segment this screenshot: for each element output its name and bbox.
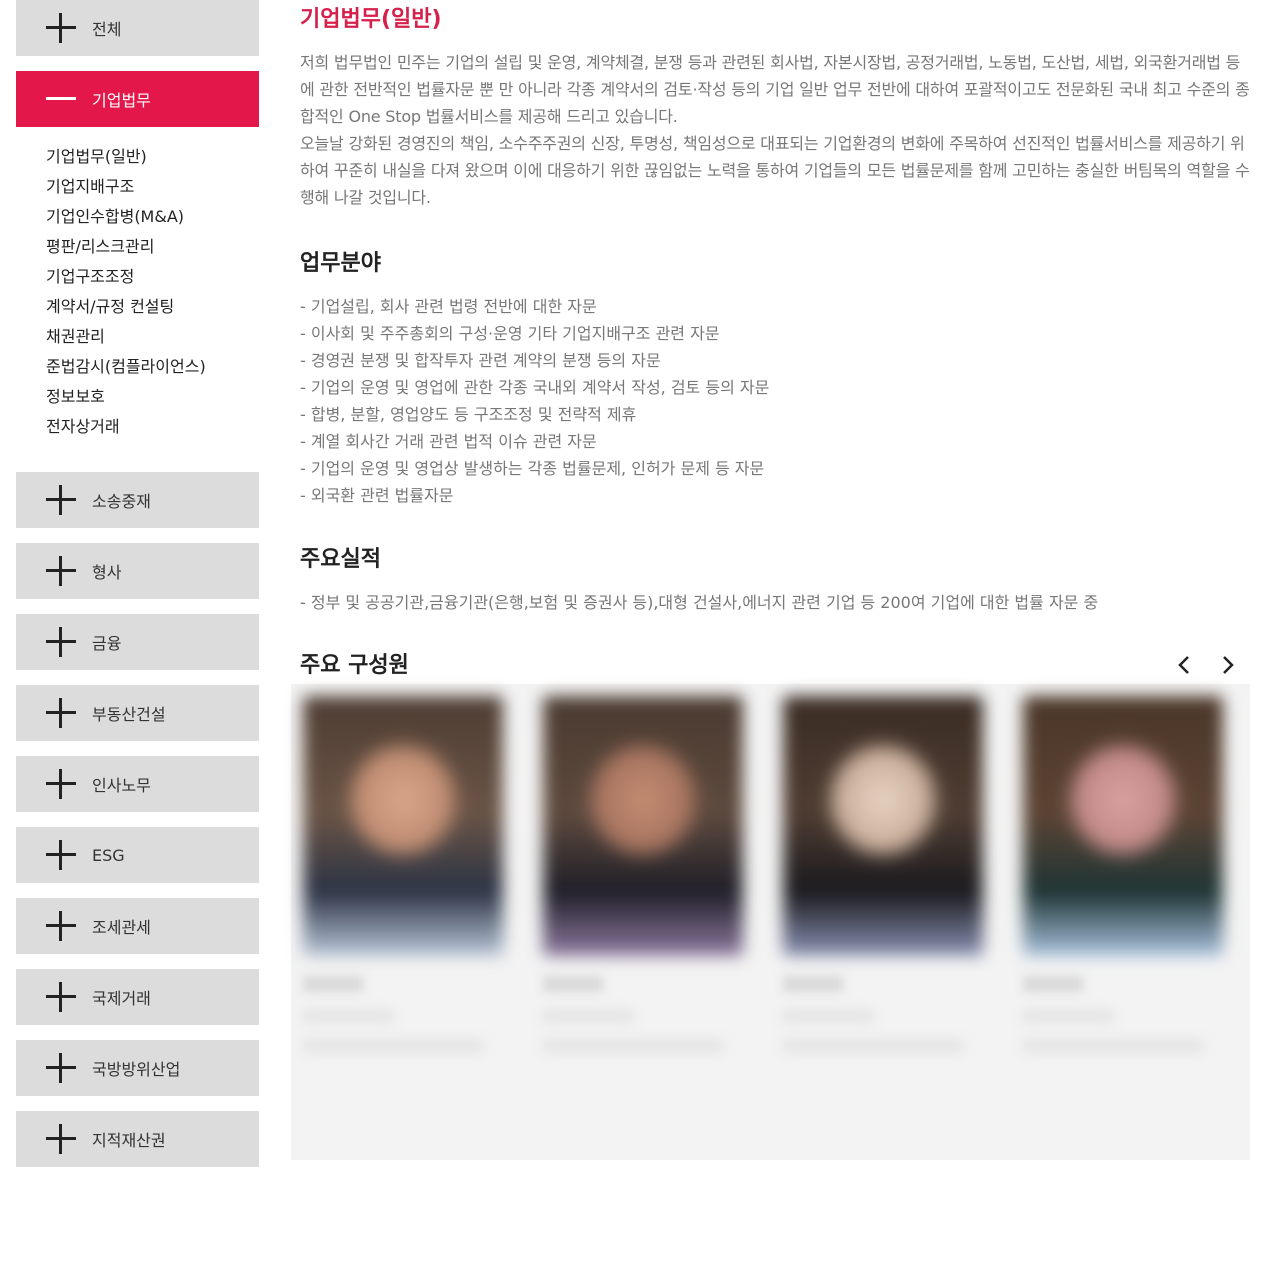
plus-icon [46, 911, 76, 941]
category-real-estate[interactable]: 부동산건설 [16, 685, 259, 741]
submenu-item[interactable]: 계약서/규정 컨설팅 [46, 292, 259, 322]
category-finance[interactable]: 금융 [16, 614, 259, 670]
category-litigation[interactable]: 소송중재 [16, 472, 259, 528]
submenu-item[interactable]: 기업법무(일반) [46, 142, 259, 172]
submenu-item[interactable]: 정보보호 [46, 382, 259, 412]
category-label: 기업법무 [92, 91, 151, 110]
member-name-blurred [1023, 976, 1083, 992]
plus-icon [46, 698, 76, 728]
member-info-blurred [1023, 1040, 1203, 1052]
member-info-blurred [543, 1010, 633, 1022]
list-item: - 기업설립, 회사 관련 법령 전반에 대한 자문 [300, 297, 597, 316]
member-card[interactable] [543, 696, 743, 1136]
category-label: 소송중재 [92, 492, 151, 511]
member-card[interactable] [783, 696, 983, 1136]
list-item: - 기업의 운영 및 영업상 발생하는 각종 법률문제, 인허가 문제 등 자문 [300, 459, 765, 478]
member-info-blurred [543, 1040, 723, 1052]
submenu-item[interactable]: 준법감시(컴플라이언스) [46, 352, 259, 382]
category-criminal[interactable]: 형사 [16, 543, 259, 599]
submenu-item[interactable]: 기업구조조정 [46, 262, 259, 292]
category-all[interactable]: 전체 [16, 0, 259, 56]
member-name-blurred [783, 976, 843, 992]
category-label: 국제거래 [92, 989, 151, 1008]
plus-icon [46, 485, 76, 515]
category-label: 인사노무 [92, 776, 151, 795]
intro-paragraph: 오늘날 강화된 경영진의 책임, 소수주주권의 신장, 투명성, 책임성으로 대… [300, 134, 1250, 207]
minus-icon [46, 84, 76, 114]
category-label: 부동산건설 [92, 705, 166, 724]
submenu: 기업법무(일반) 기업지배구조 기업인수합병(M&A) 평판/리스크관리 기업구… [16, 124, 259, 472]
list-item: - 이사회 및 주주총회의 구성·운영 기타 기업지배구조 관련 자문 [300, 324, 720, 343]
list-item: - 합병, 분할, 영업양도 등 구조조정 및 전략적 제휴 [300, 405, 637, 424]
records-list: - 정부 및 공공기관,금융기관(은행,보험 및 증권사 등),대형 건설사,에… [300, 589, 1250, 616]
plus-icon [46, 1053, 76, 1083]
main-content: 기업법무(일반) 저희 법무법인 민주는 기업의 설립 및 운영, 계약체결, … [300, 0, 1250, 686]
areas-title: 업무분야 [300, 251, 381, 276]
category-international[interactable]: 국제거래 [16, 969, 259, 1025]
carousel-controls [1174, 654, 1238, 676]
plus-icon [46, 1124, 76, 1154]
category-label: 금융 [92, 634, 122, 653]
member-photo [543, 696, 743, 956]
plus-icon [46, 982, 76, 1012]
list-item: - 기업의 운영 및 영업에 관한 각종 국내외 계약서 작성, 검토 등의 자… [300, 378, 770, 397]
intro-text: 저희 법무법인 민주는 기업의 설립 및 운영, 계약체결, 분쟁 등과 관련된… [300, 49, 1250, 211]
submenu-item[interactable]: 기업인수합병(M&A) [46, 202, 259, 232]
list-item: - 계열 회사간 거래 관련 법적 이슈 관련 자문 [300, 432, 597, 451]
records-title: 주요실적 [300, 547, 381, 572]
category-defense[interactable]: 국방방위산업 [16, 1040, 259, 1096]
list-item: - 외국환 관련 법률자문 [300, 486, 454, 505]
members-title: 주요 구성원 [300, 653, 409, 678]
plus-icon [46, 769, 76, 799]
plus-icon [46, 13, 76, 43]
submenu-item[interactable]: 평판/리스크관리 [46, 232, 259, 262]
category-label: 전체 [92, 20, 122, 39]
member-info-blurred [303, 1040, 483, 1052]
member-photo [303, 696, 503, 956]
list-item: - 경영권 분쟁 및 합작투자 관련 계약의 분쟁 등의 자문 [300, 351, 661, 370]
chevron-right-icon[interactable] [1216, 654, 1238, 676]
category-tax[interactable]: 조세관세 [16, 898, 259, 954]
category-ip[interactable]: 지적재산권 [16, 1111, 259, 1167]
plus-icon [46, 840, 76, 870]
members-carousel [291, 684, 1250, 1160]
category-label: 조세관세 [92, 918, 151, 937]
member-name-blurred [543, 976, 603, 992]
member-photo [783, 696, 983, 956]
category-labor[interactable]: 인사노무 [16, 756, 259, 812]
member-info-blurred [1023, 1010, 1113, 1022]
category-label: 국방방위산업 [92, 1060, 181, 1079]
category-label: 지적재산권 [92, 1131, 166, 1150]
chevron-left-icon[interactable] [1174, 654, 1196, 676]
areas-list: - 기업설립, 회사 관련 법령 전반에 대한 자문 - 이사회 및 주주총회의… [300, 293, 1250, 509]
member-info-blurred [783, 1040, 963, 1052]
member-info-blurred [783, 1010, 873, 1022]
category-label: 형사 [92, 563, 122, 582]
list-item: - 정부 및 공공기관,금융기관(은행,보험 및 증권사 등),대형 건설사,에… [300, 593, 1099, 612]
intro-paragraph: 저희 법무법인 민주는 기업의 설립 및 운영, 계약체결, 분쟁 등과 관련된… [300, 53, 1250, 126]
category-corporate[interactable]: 기업법무 [16, 71, 259, 127]
member-name-blurred [303, 976, 363, 992]
member-card[interactable] [303, 696, 503, 1136]
plus-icon [46, 556, 76, 586]
page-title: 기업법무(일반) [300, 7, 442, 32]
category-esg[interactable]: ESG [16, 827, 259, 883]
members-header: 주요 구성원 [300, 646, 1250, 686]
submenu-item[interactable]: 채권관리 [46, 322, 259, 352]
member-photo [1023, 696, 1223, 956]
plus-icon [46, 627, 76, 657]
member-card[interactable] [1023, 696, 1223, 1136]
submenu-item[interactable]: 기업지배구조 [46, 172, 259, 202]
submenu-item[interactable]: 전자상거래 [46, 412, 259, 442]
member-info-blurred [303, 1010, 393, 1022]
category-label: ESG [92, 845, 125, 865]
